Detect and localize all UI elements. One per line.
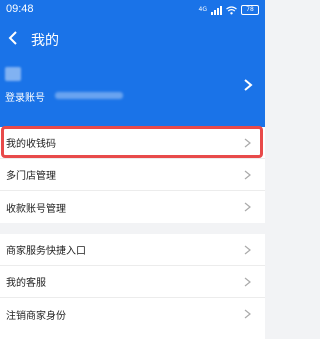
status-icons: 4G 78 [199, 3, 259, 17]
menu-item-deregister-merchant[interactable]: 注销商家身份 [0, 298, 265, 330]
menu-item-label: 商家服务快捷入口 [6, 246, 86, 257]
status-time: 09:48 [6, 3, 34, 15]
chevron-right-icon [244, 277, 251, 287]
account-name-blurred [5, 67, 21, 81]
chevron-right-icon [244, 202, 251, 212]
menu-item-label: 收款账号管理 [6, 203, 66, 215]
header: 我的 登录账号 [0, 20, 265, 127]
menu-item-my-qrcode[interactable]: 我的收钱码 [0, 127, 265, 159]
menu-item-label: 多门店管理 [6, 171, 56, 182]
account-value-blurred [55, 92, 123, 99]
menu-item-payee-accounts[interactable]: 收款账号管理 [0, 191, 265, 223]
wifi-icon [226, 5, 237, 14]
menu-item-label: 注销商家身份 [6, 310, 66, 322]
chevron-right-icon [244, 309, 251, 319]
chevron-right-icon [244, 138, 251, 148]
page-title: 我的 [31, 33, 59, 49]
network-indicator: 4G [198, 6, 207, 13]
menu-item-multi-store[interactable]: 多门店管理 [0, 159, 265, 191]
battery-icon: 78 [241, 5, 259, 15]
menu-group-payment: 我的收钱码 多门店管理 收款账号管理 [0, 127, 265, 223]
menu-group-service: 商家服务快捷入口 我的客服 注销商家身份 [0, 234, 265, 339]
signal-icon [211, 5, 222, 15]
chevron-right-icon [244, 245, 251, 255]
menu-item-merchant-shortcuts[interactable]: 商家服务快捷入口 [0, 234, 265, 266]
menu-item-label: 我的收钱码 [6, 139, 56, 150]
menu-item-customer-service[interactable]: 我的客服 [0, 266, 265, 298]
back-icon[interactable] [6, 28, 22, 48]
account-block[interactable]: 登录账号 [0, 60, 265, 120]
menu-item-label: 我的客服 [6, 278, 46, 289]
account-label: 登录账号 [5, 93, 45, 104]
chevron-right-icon [244, 79, 253, 91]
chevron-right-icon [244, 170, 251, 180]
status-bar: 09:48 4G 78 [0, 0, 265, 20]
